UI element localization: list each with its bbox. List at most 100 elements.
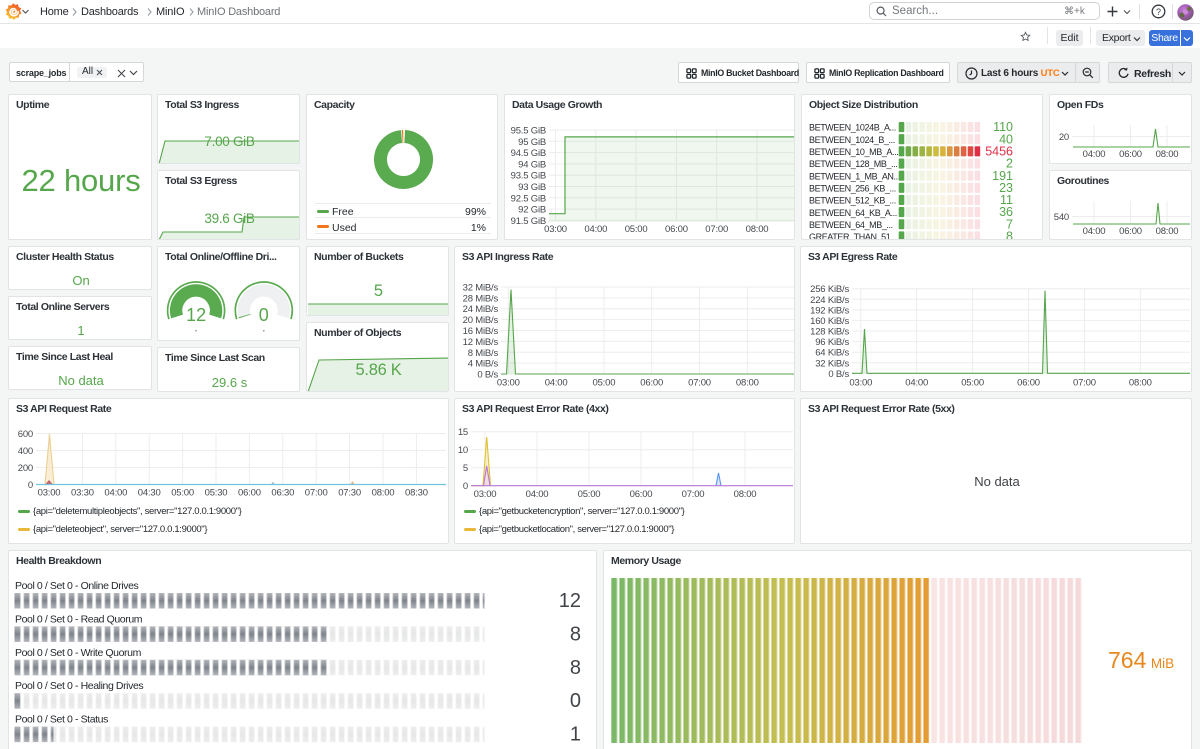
- svg-text:28 MiB/s: 28 MiB/s: [463, 293, 499, 304]
- svg-text:1: 1: [570, 724, 581, 746]
- svg-text:08:00: 08:00: [734, 489, 757, 500]
- svg-text:0: 0: [570, 690, 581, 712]
- svg-text:8: 8: [1006, 230, 1013, 240]
- svg-text:04:00: 04:00: [526, 489, 549, 500]
- svg-text:06:00: 06:00: [1119, 149, 1142, 160]
- svg-text:05:00: 05:00: [593, 378, 616, 389]
- svg-text:BETWEEN_10_MB_A...: BETWEEN_10_MB_A...: [809, 147, 898, 157]
- svg-text:BETWEEN_1024_B_...: BETWEEN_1024_B_...: [809, 135, 895, 145]
- svg-text:05:00: 05:00: [578, 489, 601, 500]
- svg-text:32 MiB/s: 32 MiB/s: [463, 283, 499, 294]
- svg-text:08:00: 08:00: [372, 488, 395, 499]
- svg-text:03:00: 03:00: [497, 378, 520, 389]
- svg-text:93 GiB: 93 GiB: [518, 182, 546, 193]
- svg-text:GREATER_THAN_51...: GREATER_THAN_51...: [809, 232, 897, 240]
- svg-text:?: ?: [1156, 7, 1161, 17]
- svg-text:06:00: 06:00: [665, 224, 688, 235]
- svg-text:06:00: 06:00: [640, 378, 663, 389]
- svg-text:0: 0: [28, 480, 33, 491]
- svg-text:05:30: 05:30: [205, 488, 228, 499]
- svg-text:5: 5: [463, 463, 468, 474]
- svg-text:04:00: 04:00: [545, 378, 568, 389]
- svg-text:05:00: 05:00: [171, 488, 194, 499]
- svg-text:12: 12: [186, 305, 206, 325]
- svg-text:Pool 0 / Set 0 - Online Drives: Pool 0 / Set 0 - Online Drives: [15, 580, 139, 592]
- svg-text:05:00: 05:00: [961, 378, 984, 389]
- svg-text:256 KiB/s: 256 KiB/s: [810, 284, 849, 295]
- svg-text:08:00: 08:00: [1129, 378, 1152, 389]
- svg-text:92.5 GiB: 92.5 GiB: [511, 193, 546, 204]
- svg-text:03:30: 03:30: [71, 488, 94, 499]
- svg-text:20 MiB/s: 20 MiB/s: [463, 315, 499, 326]
- svg-text:07:00: 07:00: [305, 488, 328, 499]
- svg-text:04:00: 04:00: [905, 378, 928, 389]
- svg-text:04:30: 04:30: [138, 488, 161, 499]
- svg-text:94 GiB: 94 GiB: [518, 159, 546, 170]
- svg-text:10: 10: [458, 445, 468, 456]
- svg-text:08:00: 08:00: [736, 378, 759, 389]
- svg-text:BETWEEN_1024B_A...: BETWEEN_1024B_A...: [809, 123, 896, 133]
- svg-text:04:00: 04:00: [1083, 226, 1106, 237]
- svg-text:160 KiB/s: 160 KiB/s: [810, 316, 849, 327]
- svg-text:94.5 GiB: 94.5 GiB: [511, 148, 546, 159]
- svg-text:03:00: 03:00: [474, 489, 497, 500]
- svg-text:200: 200: [18, 463, 33, 474]
- svg-text:Pool 0 / Set 0 - Healing Drive: Pool 0 / Set 0 - Healing Drives: [15, 680, 143, 692]
- svg-text:400: 400: [18, 446, 33, 457]
- svg-text:03:00: 03:00: [544, 224, 567, 235]
- svg-text:04:00: 04:00: [1083, 149, 1106, 160]
- svg-text:128 KiB/s: 128 KiB/s: [810, 327, 849, 338]
- svg-text:8: 8: [570, 657, 581, 679]
- svg-text:BETWEEN_128_MB_...: BETWEEN_128_MB_...: [809, 159, 897, 169]
- svg-text:0 B/s: 0 B/s: [477, 370, 498, 381]
- svg-text:08:00: 08:00: [1156, 226, 1179, 237]
- svg-text:07:00: 07:00: [705, 224, 728, 235]
- svg-text:64 KiB/s: 64 KiB/s: [815, 348, 849, 359]
- svg-text:8: 8: [570, 623, 581, 645]
- svg-text:8 MiB/s: 8 MiB/s: [468, 348, 499, 359]
- svg-text:12: 12: [559, 590, 581, 612]
- svg-text:Pool 0 / Set 0 - Write Quorum: Pool 0 / Set 0 - Write Quorum: [15, 647, 142, 659]
- svg-text:07:00: 07:00: [688, 378, 711, 389]
- svg-text:0 B/s: 0 B/s: [828, 369, 849, 380]
- svg-text:224 KiB/s: 224 KiB/s: [810, 295, 849, 306]
- svg-text:08:00: 08:00: [1156, 149, 1179, 160]
- svg-text:BETWEEN_64_MB_...: BETWEEN_64_MB_...: [809, 220, 893, 230]
- svg-text:92 GiB: 92 GiB: [518, 205, 546, 216]
- svg-text:96 KiB/s: 96 KiB/s: [815, 337, 849, 348]
- svg-text:06:00: 06:00: [238, 488, 261, 499]
- svg-text:BETWEEN_512_KB_...: BETWEEN_512_KB_...: [809, 196, 896, 206]
- svg-text:06:00: 06:00: [1119, 226, 1142, 237]
- svg-text:95 GiB: 95 GiB: [518, 137, 546, 148]
- svg-text:600: 600: [18, 429, 33, 440]
- svg-text:08:30: 08:30: [405, 488, 428, 499]
- svg-text:03:00: 03:00: [38, 488, 61, 499]
- svg-text:93.5 GiB: 93.5 GiB: [511, 171, 546, 182]
- svg-text:24 MiB/s: 24 MiB/s: [463, 304, 499, 315]
- svg-text:08:00: 08:00: [746, 224, 769, 235]
- svg-text:91.5 GiB: 91.5 GiB: [511, 216, 546, 227]
- svg-text:Pool 0 / Set 0 - Status: Pool 0 / Set 0 - Status: [15, 714, 108, 726]
- svg-text:07:30: 07:30: [338, 488, 361, 499]
- svg-text:16 MiB/s: 16 MiB/s: [463, 326, 499, 337]
- svg-text:Pool 0 / Set 0 - Read Quorum: Pool 0 / Set 0 - Read Quorum: [15, 613, 143, 625]
- svg-text:12 MiB/s: 12 MiB/s: [463, 337, 499, 348]
- svg-text:BETWEEN_256_KB_...: BETWEEN_256_KB_...: [809, 184, 896, 194]
- svg-text:04:00: 04:00: [104, 488, 127, 499]
- svg-text:4 MiB/s: 4 MiB/s: [468, 359, 499, 370]
- svg-text:0: 0: [463, 481, 468, 492]
- svg-text:03:00: 03:00: [849, 378, 872, 389]
- svg-text:06:00: 06:00: [630, 489, 653, 500]
- svg-text:15: 15: [458, 427, 468, 438]
- svg-text:32 KiB/s: 32 KiB/s: [815, 358, 849, 369]
- svg-text:95.5 GiB: 95.5 GiB: [511, 126, 546, 137]
- svg-text:06:00: 06:00: [1017, 378, 1040, 389]
- svg-text:0: 0: [259, 305, 269, 325]
- svg-text:07:00: 07:00: [682, 489, 705, 500]
- svg-text:192 KiB/s: 192 KiB/s: [810, 305, 849, 316]
- svg-text:06:30: 06:30: [271, 488, 294, 499]
- svg-text:BETWEEN_64_KB_A...: BETWEEN_64_KB_A...: [809, 208, 897, 218]
- svg-text:04:00: 04:00: [584, 224, 607, 235]
- svg-text:540: 540: [1054, 212, 1069, 223]
- svg-text:07:00: 07:00: [1073, 378, 1096, 389]
